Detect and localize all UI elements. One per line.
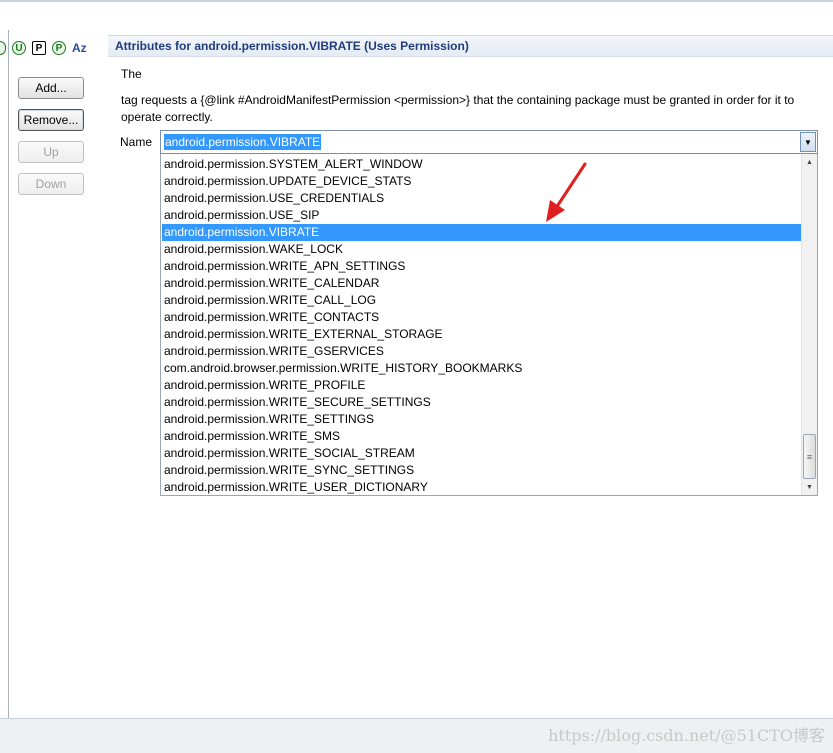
list-item[interactable]: android.permission.WRITE_SYNC_SETTINGS (162, 462, 801, 479)
scroll-down-icon[interactable]: ▼ (802, 479, 817, 495)
top-border (0, 0, 833, 2)
uses-sdk-icon[interactable] (0, 41, 6, 55)
name-combobox-value[interactable]: android.permission.VIBRATE (164, 134, 322, 150)
list-item[interactable]: android.permission.WRITE_SMS (162, 428, 801, 445)
description-word: The (121, 67, 142, 81)
list-item[interactable]: android.permission.WRITE_SOCIAL_STREAM (162, 445, 801, 462)
up-button[interactable]: Up (18, 141, 84, 163)
elements-tree-panel[interactable] (0, 30, 9, 718)
name-combobox[interactable]: android.permission.VIBRATE ▼ (160, 130, 818, 154)
list-item[interactable]: android.permission.WRITE_EXTERNAL_STORAG… (162, 326, 801, 343)
list-item[interactable]: android.permission.WRITE_CONTACTS (162, 309, 801, 326)
attributes-header: Attributes for android.permission.VIBRAT… (108, 35, 833, 57)
chevron-down-icon[interactable]: ▼ (800, 132, 816, 152)
list-item[interactable]: android.permission.VIBRATE (162, 224, 801, 241)
list-item[interactable]: android.permission.WRITE_CALL_LOG (162, 292, 801, 309)
sort-az-icon[interactable]: Az (72, 41, 87, 55)
permission-icon[interactable]: P (32, 41, 46, 55)
list-item[interactable]: android.permission.UPDATE_DEVICE_STATS (162, 173, 801, 190)
left-toolbar: U P P Az (0, 36, 87, 60)
list-item[interactable]: android.permission.WRITE_USER_DICTIONARY (162, 479, 801, 496)
name-label: Name (120, 135, 153, 149)
add-button[interactable]: Add... (18, 77, 84, 99)
list-item[interactable]: android.permission.USE_CREDENTIALS (162, 190, 801, 207)
permission-list-items: android.permission.SYSTEM_ALERT_WINDOW an… (162, 156, 801, 496)
list-item[interactable]: android.permission.WAKE_LOCK (162, 241, 801, 258)
list-item[interactable]: android.permission.WRITE_SETTINGS (162, 411, 801, 428)
remove-button[interactable]: Remove... (18, 109, 84, 131)
list-item[interactable]: android.permission.WRITE_APN_SETTINGS (162, 258, 801, 275)
scroll-up-icon[interactable]: ▲ (802, 154, 817, 170)
list-item[interactable]: android.permission.SYSTEM_ALERT_WINDOW (162, 156, 801, 173)
permission-dropdown-list[interactable]: android.permission.SYSTEM_ALERT_WINDOW an… (160, 154, 818, 496)
down-button[interactable]: Down (18, 173, 84, 195)
uses-permission-icon[interactable]: U (12, 41, 26, 55)
list-item[interactable]: com.android.browser.permission.WRITE_HIS… (162, 360, 801, 377)
annotation-arrow-icon (546, 162, 587, 222)
list-item[interactable]: android.permission.USE_SIP (162, 207, 801, 224)
description-text: tag requests a {@link #AndroidManifestPe… (121, 93, 795, 124)
permission-tree-icon[interactable]: P (52, 41, 66, 55)
scroll-thumb[interactable]: ≡ (803, 434, 816, 479)
list-item[interactable]: android.permission.WRITE_GSERVICES (162, 343, 801, 360)
list-item[interactable]: android.permission.WRITE_PROFILE (162, 377, 801, 394)
watermark-text: https://blog.csdn.net/@51CTO博客 (548, 726, 825, 745)
list-item[interactable]: android.permission.WRITE_CALENDAR (162, 275, 801, 292)
list-item[interactable]: android.permission.WRITE_SECURE_SETTINGS (162, 394, 801, 411)
attributes-header-title: Attributes for android.permission.VIBRAT… (115, 39, 469, 53)
dropdown-scrollbar[interactable]: ▲ ≡ ▼ (801, 154, 817, 495)
